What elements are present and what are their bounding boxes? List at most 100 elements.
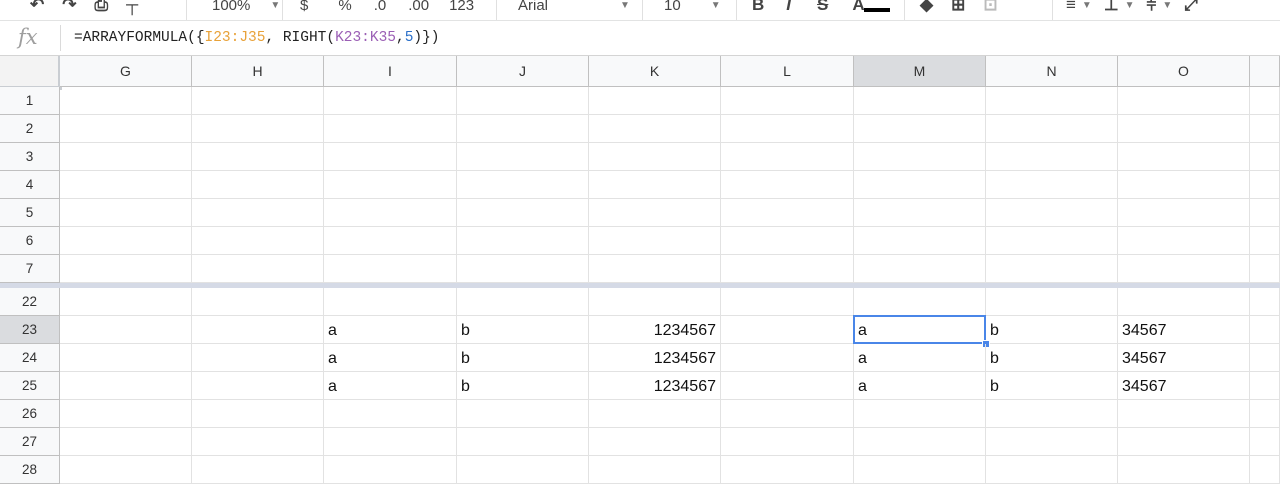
cell-o2[interactable] (1118, 115, 1250, 143)
merge-cells-icon[interactable]: ⊡ (983, 0, 997, 15)
cell-i27[interactable] (324, 428, 457, 456)
text-rotation-icon[interactable]: ⤢ (1184, 0, 1198, 15)
row-header-1[interactable]: 1 (0, 87, 60, 115)
text-color-button[interactable]: A (852, 0, 864, 15)
cell-k22[interactable] (589, 288, 721, 316)
cell-i26[interactable] (324, 400, 457, 428)
decrease-decimals-button[interactable]: .0 (374, 0, 387, 14)
cell-i7[interactable] (324, 255, 457, 283)
cell-k6[interactable] (589, 227, 721, 255)
cell-g6[interactable] (60, 227, 192, 255)
row-header-5[interactable]: 5 (0, 199, 60, 227)
cell-n3[interactable] (986, 143, 1118, 171)
cell-l5[interactable] (721, 199, 854, 227)
cell-i28[interactable] (324, 456, 457, 484)
cell-partial-23[interactable] (1250, 316, 1280, 344)
undo-icon[interactable]: ↶ (30, 0, 44, 15)
cell-k2[interactable] (589, 115, 721, 143)
cell-i22[interactable] (324, 288, 457, 316)
cell-l6[interactable] (721, 227, 854, 255)
cell-m4[interactable] (854, 171, 986, 199)
strikethrough-button[interactable]: S (817, 0, 828, 15)
cell-l26[interactable] (721, 400, 854, 428)
cell-o26[interactable] (1118, 400, 1250, 428)
cell-h3[interactable] (192, 143, 324, 171)
cell-h6[interactable] (192, 227, 324, 255)
cell-m26[interactable] (854, 400, 986, 428)
cell-m24[interactable]: a (854, 344, 986, 372)
cell-o3[interactable] (1118, 143, 1250, 171)
row-header-25[interactable]: 25 (0, 372, 60, 400)
cell-g26[interactable] (60, 400, 192, 428)
cell-g28[interactable] (60, 456, 192, 484)
cell-j25[interactable]: b (457, 372, 589, 400)
cell-g7[interactable] (60, 255, 192, 283)
currency-button[interactable]: $ (300, 0, 308, 14)
percent-button[interactable]: % (338, 0, 351, 14)
cell-k24[interactable]: 1234567 (589, 344, 721, 372)
cell-partial-28[interactable] (1250, 456, 1280, 484)
row-header-28[interactable]: 28 (0, 456, 60, 484)
horizontal-align-icon[interactable]: ≡ (1066, 0, 1076, 15)
cell-partial-1[interactable] (1250, 87, 1280, 115)
cell-h4[interactable] (192, 171, 324, 199)
cell-g2[interactable] (60, 115, 192, 143)
cell-n27[interactable] (986, 428, 1118, 456)
cell-n25[interactable]: b (986, 372, 1118, 400)
cell-j6[interactable] (457, 227, 589, 255)
cell-m22[interactable] (854, 288, 986, 316)
cell-partial-4[interactable] (1250, 171, 1280, 199)
cell-m23[interactable]: a (854, 316, 986, 344)
cell-j4[interactable] (457, 171, 589, 199)
cell-m27[interactable] (854, 428, 986, 456)
cell-n28[interactable] (986, 456, 1118, 484)
cell-g1[interactable] (60, 87, 192, 115)
cell-k3[interactable] (589, 143, 721, 171)
print-icon[interactable]: ⎙ (95, 0, 109, 15)
cell-j7[interactable] (457, 255, 589, 283)
cell-j5[interactable] (457, 199, 589, 227)
row-header-22[interactable]: 22 (0, 288, 60, 316)
cell-partial-27[interactable] (1250, 428, 1280, 456)
cell-j28[interactable] (457, 456, 589, 484)
column-header-h[interactable]: H (192, 56, 324, 87)
cell-k25[interactable]: 1234567 (589, 372, 721, 400)
select-all-corner[interactable] (0, 56, 62, 90)
cell-m1[interactable] (854, 87, 986, 115)
cell-partial-6[interactable] (1250, 227, 1280, 255)
cell-l28[interactable] (721, 456, 854, 484)
cell-m28[interactable] (854, 456, 986, 484)
cell-h24[interactable] (192, 344, 324, 372)
cell-j22[interactable] (457, 288, 589, 316)
cell-o27[interactable] (1118, 428, 1250, 456)
cell-i4[interactable] (324, 171, 457, 199)
column-header-partial[interactable] (1250, 56, 1280, 87)
cell-n6[interactable] (986, 227, 1118, 255)
cell-n26[interactable] (986, 400, 1118, 428)
cell-j23[interactable]: b (457, 316, 589, 344)
increase-decimals-button[interactable]: .00 (408, 0, 429, 14)
cell-i3[interactable] (324, 143, 457, 171)
cell-o28[interactable] (1118, 456, 1250, 484)
cell-partial-22[interactable] (1250, 288, 1280, 316)
vertical-align-icon[interactable]: ⊥ (1104, 0, 1119, 15)
row-header-6[interactable]: 6 (0, 227, 60, 255)
cell-l27[interactable] (721, 428, 854, 456)
italic-button[interactable]: I (786, 0, 791, 15)
cell-k27[interactable] (589, 428, 721, 456)
cell-i6[interactable] (324, 227, 457, 255)
cell-m3[interactable] (854, 143, 986, 171)
cell-m6[interactable] (854, 227, 986, 255)
cell-o23[interactable]: 34567 (1118, 316, 1250, 344)
cell-g5[interactable] (60, 199, 192, 227)
cell-k4[interactable] (589, 171, 721, 199)
cell-k7[interactable] (589, 255, 721, 283)
row-header-27[interactable]: 27 (0, 428, 60, 456)
cell-i5[interactable] (324, 199, 457, 227)
row-header-23[interactable]: 23 (0, 316, 60, 344)
cell-h25[interactable] (192, 372, 324, 400)
cell-h7[interactable] (192, 255, 324, 283)
column-header-m[interactable]: M (854, 56, 986, 87)
cell-o4[interactable] (1118, 171, 1250, 199)
cell-o1[interactable] (1118, 87, 1250, 115)
